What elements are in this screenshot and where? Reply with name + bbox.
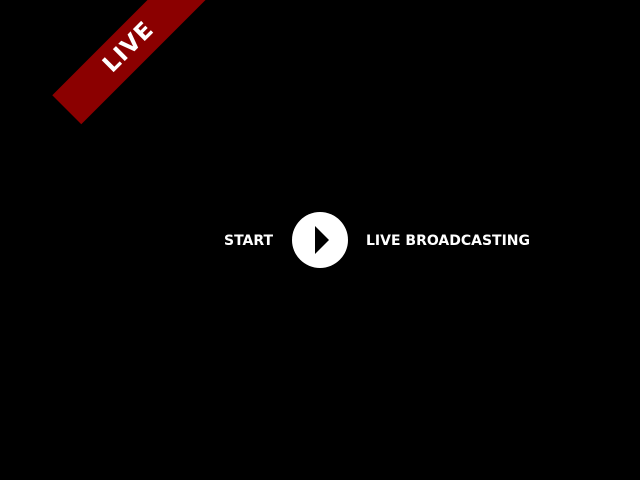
start-label[interactable]: START	[224, 232, 273, 250]
play-button[interactable]	[292, 212, 348, 268]
live-badge-label: LIVE	[97, 16, 160, 78]
live-badge: LIVE	[52, 0, 206, 125]
live-broadcasting-label[interactable]: LIVE BROADCASTING	[366, 232, 530, 250]
live-player: LIVE START LIVE BROADCASTING	[0, 0, 640, 480]
play-icon	[315, 226, 329, 254]
